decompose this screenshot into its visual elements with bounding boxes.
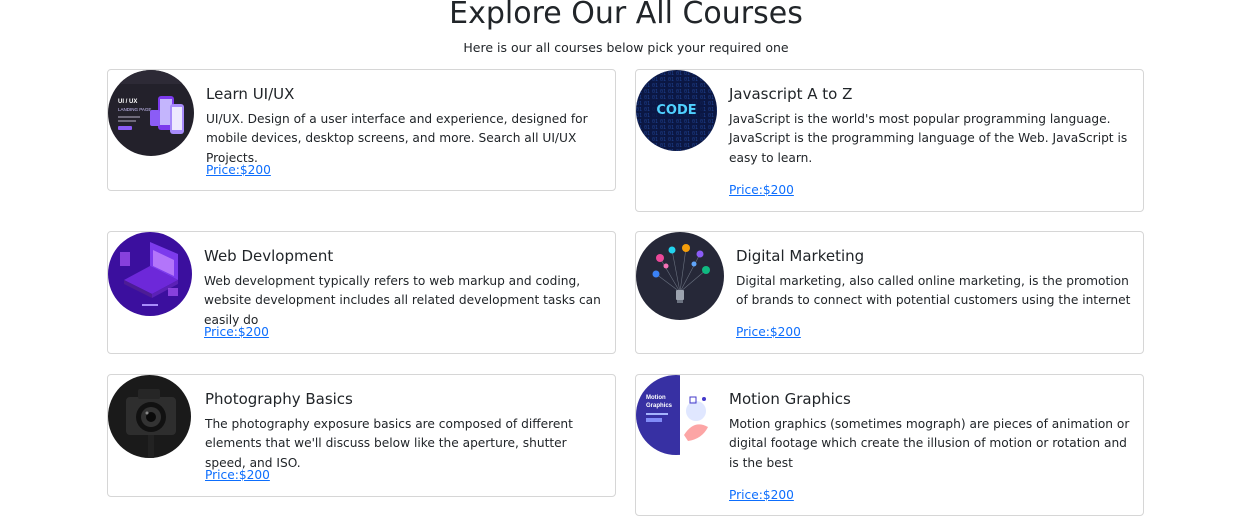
course-card-photography: Photography Basics The photography expos… bbox=[107, 374, 616, 497]
course-title: Javascript A to Z bbox=[729, 85, 853, 103]
svg-text:CODE: CODE bbox=[656, 103, 696, 118]
course-title: Motion Graphics bbox=[729, 390, 851, 408]
course-card-motion-graphics: Motion Graphics Motion Graphics Motion g… bbox=[635, 374, 1144, 516]
course-title: Web Devlopment bbox=[204, 247, 334, 265]
digital-marketing-course-image bbox=[636, 232, 724, 320]
course-title: Photography Basics bbox=[205, 390, 353, 408]
course-description: Motion graphics (sometimes mograph) are … bbox=[729, 417, 1130, 470]
page-subtitle: Here is our all courses below pick your … bbox=[463, 40, 789, 55]
svg-text:LANDING PAGE: LANDING PAGE bbox=[118, 107, 151, 112]
svg-text:Motion: Motion bbox=[646, 395, 666, 401]
course-card-javascript: 01 CODE Javascript A to Z JavaScript is … bbox=[635, 69, 1144, 212]
javascript-course-image: 01 CODE bbox=[636, 70, 717, 151]
course-card-web-development: Web Devlopment Web development typically… bbox=[107, 231, 616, 354]
course-price-link[interactable]: Price:$200 bbox=[206, 162, 271, 178]
course-description: Web development typically refers to web … bbox=[204, 274, 601, 327]
course-title: Learn UI/UX bbox=[206, 85, 295, 103]
course-card-digital-marketing: Digital Marketing Digital marketing, als… bbox=[635, 231, 1144, 354]
course-description: UI/UX. Design of a user interface and ex… bbox=[206, 112, 588, 165]
course-description: JavaScript is the world's most popular p… bbox=[729, 112, 1128, 165]
course-price-link[interactable]: Price:$200 bbox=[204, 324, 269, 340]
course-price-link[interactable]: Price:$200 bbox=[729, 182, 794, 198]
ui-ux-course-image: UI / UX LANDING PAGE bbox=[108, 70, 194, 156]
photography-course-image bbox=[108, 375, 191, 458]
course-description: The photography exposure basics are comp… bbox=[205, 417, 573, 470]
course-title: Digital Marketing bbox=[736, 247, 865, 265]
course-card-learn-ui-ux: UI / UX LANDING PAGE Learn UI/UX UI/UX. … bbox=[107, 69, 616, 191]
course-description: Digital marketing, also called online ma… bbox=[736, 274, 1131, 308]
page-title: Explore Our All Courses bbox=[449, 0, 803, 31]
svg-text:Graphics: Graphics bbox=[646, 403, 673, 409]
course-price-link[interactable]: Price:$200 bbox=[736, 324, 801, 340]
web-development-course-image bbox=[108, 232, 192, 316]
svg-text:UI / UX: UI / UX bbox=[118, 99, 137, 105]
course-price-link[interactable]: Price:$200 bbox=[205, 467, 270, 483]
motion-graphics-course-image: Motion Graphics bbox=[636, 375, 716, 455]
course-price-link[interactable]: Price:$200 bbox=[729, 487, 794, 503]
